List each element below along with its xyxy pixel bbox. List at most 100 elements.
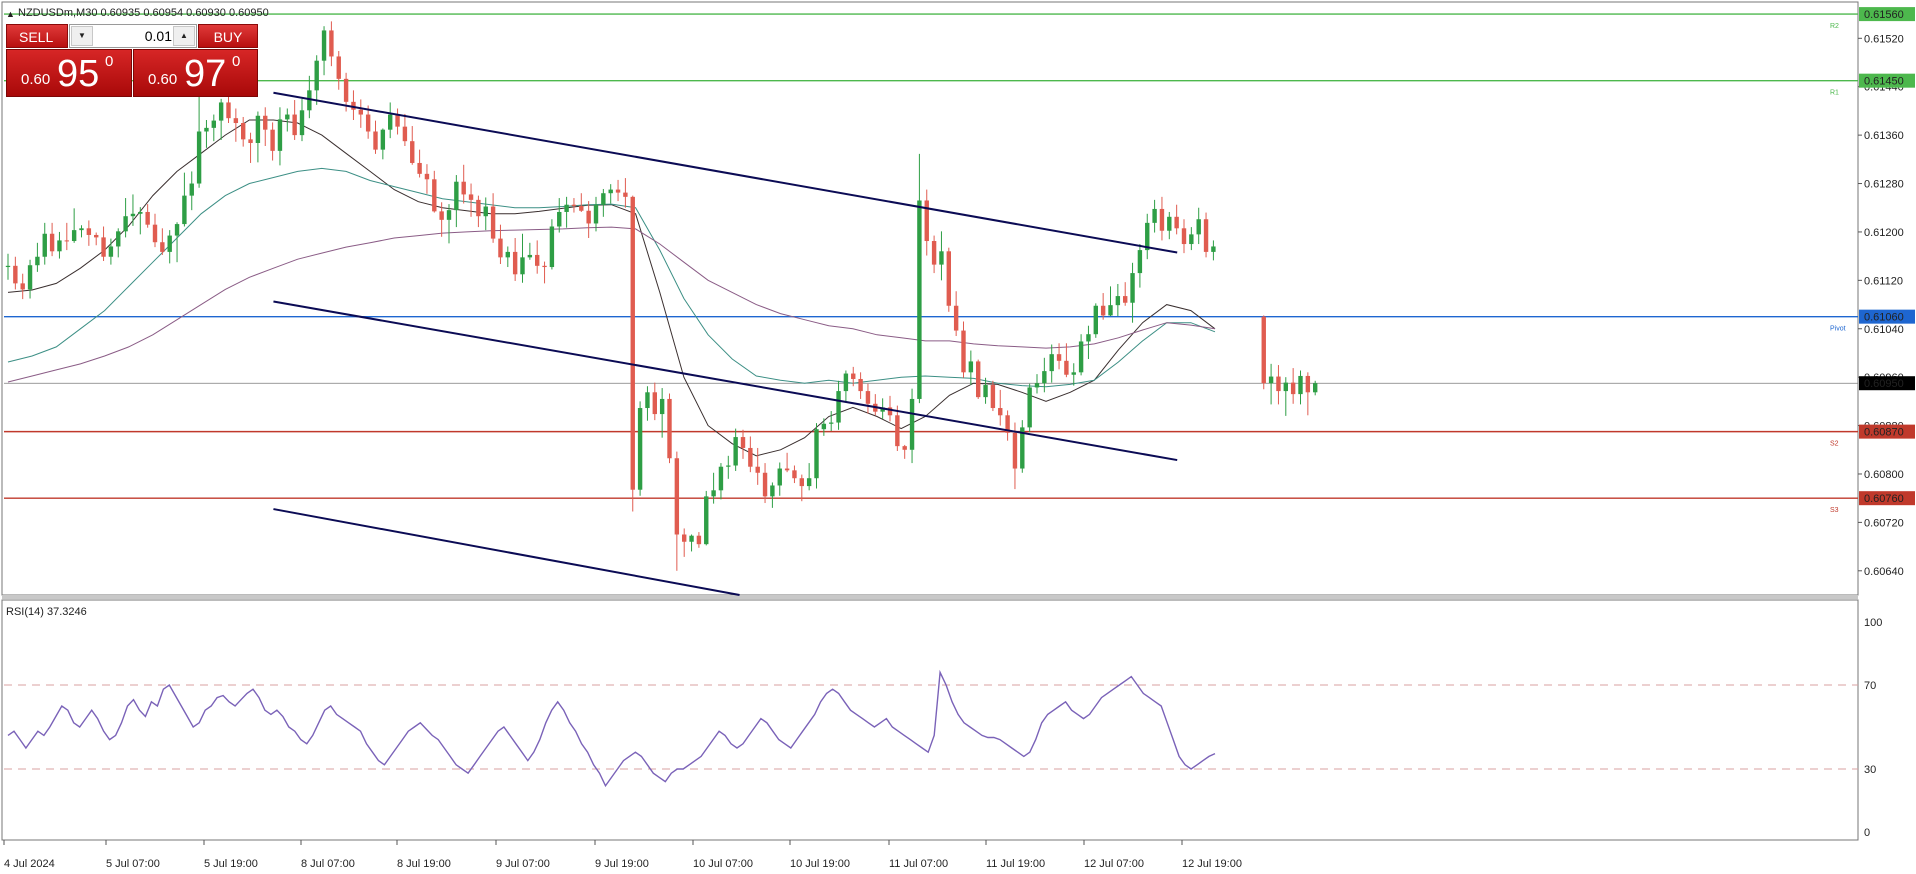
candle xyxy=(998,408,1003,416)
sell-button[interactable]: SELL xyxy=(6,24,68,48)
candle xyxy=(1211,246,1216,252)
candle xyxy=(1123,296,1128,303)
candle xyxy=(777,468,782,486)
candle xyxy=(1181,228,1187,245)
candle xyxy=(733,437,738,466)
chart-header: NZDUSDm,M30 0.60935 0.60954 0.60930 0.60… xyxy=(18,7,269,19)
time-tick-label: 4 Jul 2024 xyxy=(4,858,55,870)
candle xyxy=(395,114,400,127)
candle xyxy=(454,181,459,211)
candle xyxy=(961,330,966,373)
candle xyxy=(1159,208,1165,231)
candle xyxy=(1064,360,1069,375)
candle xyxy=(64,240,69,242)
candle xyxy=(1049,354,1054,372)
candle xyxy=(292,114,297,136)
caret-down-icon[interactable]: ▼ xyxy=(71,26,93,46)
level-tag: S2 xyxy=(1830,441,1839,448)
candle xyxy=(388,114,393,130)
candle xyxy=(13,265,18,284)
candle xyxy=(615,189,621,193)
candle xyxy=(277,119,283,151)
candle xyxy=(784,468,790,471)
candle xyxy=(365,114,371,132)
candle xyxy=(762,472,768,497)
price-tick-label: 0.61280 xyxy=(1864,179,1904,191)
level-tag: S3 xyxy=(1830,507,1839,514)
candle xyxy=(586,210,591,224)
buy-price-pips: 97 xyxy=(184,53,227,95)
candle xyxy=(182,195,187,225)
candle xyxy=(402,126,408,142)
sell-quote[interactable]: 0.60 95 0 xyxy=(6,49,132,97)
candle xyxy=(667,398,672,459)
candle xyxy=(1108,305,1113,316)
candle xyxy=(674,458,680,535)
rsi-tick-label: 30 xyxy=(1864,764,1876,776)
candle xyxy=(792,470,797,479)
candle xyxy=(1152,208,1157,223)
candle xyxy=(1130,273,1135,303)
candle xyxy=(821,423,827,430)
candle xyxy=(939,251,944,265)
candle xyxy=(123,216,128,232)
price-label-text: 0.60760 xyxy=(1864,493,1904,505)
candle xyxy=(218,102,224,121)
candle xyxy=(1313,383,1318,393)
candle xyxy=(1012,432,1018,469)
candle xyxy=(1093,305,1098,335)
price-label-text: 0.61560 xyxy=(1864,9,1904,21)
candle xyxy=(1276,376,1281,392)
candle xyxy=(527,254,533,258)
candle xyxy=(71,230,77,242)
price-tick-label: 0.60640 xyxy=(1864,566,1904,578)
candle xyxy=(1056,354,1062,361)
candle xyxy=(329,30,334,57)
caret-up-icon[interactable]: ▲ xyxy=(173,26,195,46)
candle xyxy=(505,251,510,258)
rsi-tick-label: 100 xyxy=(1864,617,1882,629)
candle xyxy=(704,496,709,545)
candle xyxy=(535,254,540,266)
time-tick-label: 9 Jul 07:00 xyxy=(496,858,550,870)
price-tick-label: 0.60720 xyxy=(1864,517,1904,529)
candle xyxy=(189,183,194,196)
lot-size-control: ▼ ▲ xyxy=(69,24,197,48)
candle xyxy=(5,265,11,268)
candle xyxy=(630,196,635,490)
candle xyxy=(564,204,569,212)
candle xyxy=(1203,219,1209,252)
candle xyxy=(711,490,716,497)
candle xyxy=(270,129,275,151)
candle xyxy=(49,233,55,252)
candle xyxy=(931,241,937,265)
candle xyxy=(1189,234,1194,245)
candle xyxy=(843,373,849,392)
candle xyxy=(160,242,165,252)
buy-button[interactable]: BUY xyxy=(198,24,258,48)
candle xyxy=(1305,375,1311,393)
candle xyxy=(902,446,907,450)
candle xyxy=(1298,375,1303,395)
candle xyxy=(233,118,239,124)
candle xyxy=(1167,216,1172,231)
candle xyxy=(174,224,180,236)
candle xyxy=(439,211,444,220)
main-pane-frame xyxy=(1,1,1859,596)
candle xyxy=(520,257,525,275)
time-tick-label: 10 Jul 19:00 xyxy=(790,858,850,870)
symbol-caret-icon[interactable]: ▲ xyxy=(6,9,15,19)
candle xyxy=(299,110,305,136)
buy-quote[interactable]: 0.60 97 0 xyxy=(133,49,258,97)
level-tag: R1 xyxy=(1830,90,1839,97)
candle xyxy=(380,129,386,150)
candle xyxy=(557,211,562,227)
lot-size-input[interactable] xyxy=(94,27,172,45)
time-tick-label: 8 Jul 07:00 xyxy=(301,858,355,870)
candle xyxy=(211,120,216,128)
candle xyxy=(571,204,577,206)
candle xyxy=(255,115,261,143)
candle xyxy=(799,478,804,487)
candle xyxy=(623,192,628,197)
candle xyxy=(1100,305,1106,316)
